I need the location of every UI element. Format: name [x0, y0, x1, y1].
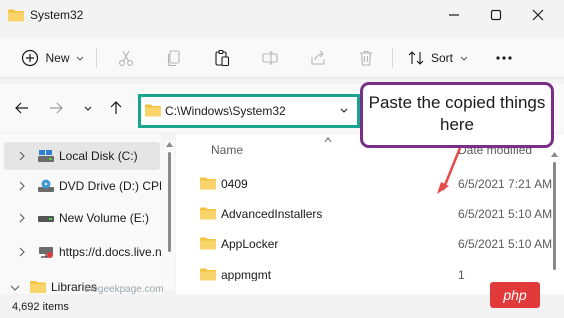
column-header-name[interactable]: Name [211, 143, 243, 157]
file-date: 6/5/2021 7:21 AM [458, 177, 553, 191]
chevron-down-icon [340, 108, 348, 113]
folder-icon [200, 207, 216, 220]
copy-button[interactable] [160, 44, 188, 72]
table-row[interactable]: 0409 6/5/2021 7:21 AM [192, 170, 553, 198]
table-row[interactable]: appmgmt 1 [192, 261, 550, 281]
navigation-pane: Local Disk (C:) DVD Drive (D:) CPR New V… [0, 134, 162, 294]
arrow-right-icon [50, 102, 63, 114]
table-row[interactable]: AppLocker 6/5/2021 5:10 AM [192, 230, 553, 258]
scrollbar-thumb[interactable] [168, 152, 171, 252]
chevron-down-icon [10, 285, 20, 291]
cut-button[interactable] [112, 44, 140, 72]
folder-icon [30, 281, 46, 293]
sort-button[interactable]: Sort [404, 44, 472, 72]
chevron-right-icon [19, 247, 25, 257]
forward-button[interactable] [44, 96, 68, 120]
sort-ascending-icon [324, 137, 332, 143]
folder-icon [200, 268, 216, 281]
command-bar: New Sort [0, 38, 564, 78]
chevron-down-icon [84, 106, 92, 111]
folder-icon [145, 104, 161, 117]
sidebar-item-local-disk[interactable]: Local Disk (C:) [4, 142, 160, 170]
arrow-up-icon [110, 101, 122, 114]
recent-locations-button[interactable] [76, 96, 100, 120]
toolbar-divider [96, 48, 97, 68]
sidebar-item-label: DVD Drive (D:) CPR [59, 179, 161, 193]
paste-icon [215, 49, 230, 67]
sidebar-item-label: Local Disk (C:) [59, 149, 138, 163]
sidebar-item-network-drive[interactable]: https://d.docs.live.n [0, 238, 161, 266]
chevron-down-icon [460, 56, 468, 61]
title-bar: System32 [0, 0, 564, 32]
window-title: System32 [30, 8, 84, 22]
sidebar-item-label: New Volume (E:) [59, 211, 150, 225]
back-button[interactable] [10, 96, 34, 120]
annotation-callout: Paste the copied things here [360, 82, 554, 148]
item-count: 4,692 items [12, 301, 69, 313]
table-row[interactable]: AdvancedInstallers 6/5/2021 5:10 AM [192, 200, 553, 228]
php-logo: php [490, 282, 540, 308]
close-button[interactable] [516, 0, 560, 30]
rename-icon [262, 51, 278, 65]
file-date: 6/5/2021 5:10 AM [458, 207, 553, 221]
sort-icon [408, 51, 424, 65]
scrollbar-thumb[interactable] [553, 162, 556, 270]
copy-icon [167, 50, 180, 67]
minimize-button[interactable] [432, 0, 476, 30]
drive-icon [38, 150, 54, 162]
paste-button[interactable] [208, 44, 236, 72]
sidebar-item-dvd-drive[interactable]: DVD Drive (D:) CPR [0, 172, 161, 200]
sidebar-item-label: https://d.docs.live.n [59, 245, 161, 259]
share-icon [311, 50, 325, 65]
address-path: C:\Windows\System32 [165, 104, 286, 118]
file-list-scrollbar[interactable] [548, 140, 562, 290]
close-icon [532, 9, 544, 21]
minimize-icon [449, 14, 459, 16]
rename-button[interactable] [256, 44, 284, 72]
toolbar-divider [392, 48, 393, 68]
chevron-right-icon [19, 213, 25, 223]
file-name: AdvancedInstallers [221, 207, 323, 221]
network-drive-icon [39, 247, 53, 258]
address-bar[interactable]: C:\Windows\System32 [138, 94, 360, 128]
sidebar-scrollbar[interactable] [163, 140, 175, 290]
folder-icon [200, 177, 216, 190]
file-date: 6/5/2021 5:10 AM [458, 237, 553, 251]
dvd-drive-icon [38, 179, 54, 192]
sort-label: Sort [430, 51, 453, 65]
chevron-right-icon [19, 151, 25, 161]
scissors-icon [119, 50, 133, 66]
status-bar: 4,692 items [0, 297, 564, 318]
share-button[interactable] [304, 44, 332, 72]
scroll-up-icon [551, 152, 558, 157]
file-date: 1 [458, 268, 465, 281]
new-label: New [45, 51, 70, 65]
annotation-text: Paste the copied things here [368, 93, 546, 134]
trash-icon [360, 50, 372, 66]
new-button[interactable]: New [18, 44, 88, 72]
delete-button[interactable] [352, 44, 380, 72]
file-name: 0409 [221, 177, 248, 191]
folder-icon [200, 237, 216, 250]
up-button[interactable] [104, 96, 128, 120]
more-icon [496, 56, 512, 60]
plus-circle-icon [22, 49, 39, 67]
file-name: appmgmt [221, 268, 272, 281]
file-name: AppLocker [221, 237, 279, 251]
chevron-down-icon [76, 56, 83, 61]
drive-icon [38, 216, 54, 222]
more-options-button[interactable] [490, 44, 518, 72]
maximize-icon [490, 9, 502, 21]
maximize-button[interactable] [474, 0, 518, 30]
arrow-left-icon [15, 102, 28, 114]
scroll-up-icon [166, 142, 173, 147]
chevron-right-icon [19, 181, 25, 191]
watermark-text: thegeekpage.com [84, 284, 164, 295]
sidebar-item-new-volume[interactable]: New Volume (E:) [0, 204, 160, 232]
folder-icon [8, 9, 24, 22]
